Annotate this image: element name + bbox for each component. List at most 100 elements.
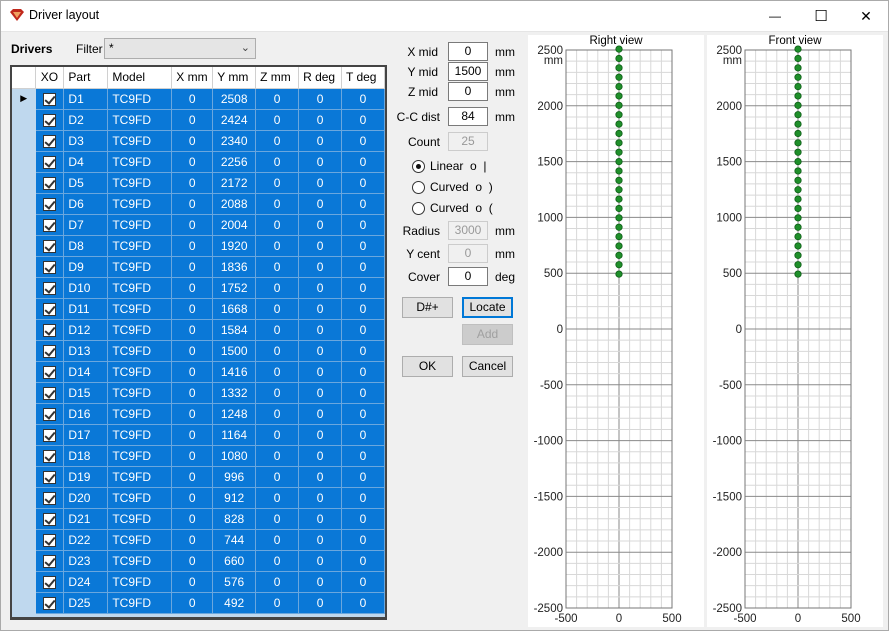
t-cell[interactable]: 0 bbox=[341, 445, 385, 467]
checkbox-checked-icon[interactable] bbox=[43, 575, 57, 589]
z-cell[interactable]: 0 bbox=[255, 571, 300, 593]
part-cell[interactable]: D2 bbox=[63, 109, 109, 131]
y-cell[interactable]: 828 bbox=[212, 508, 257, 530]
checkbox-checked-icon[interactable] bbox=[43, 449, 57, 463]
layout-curved-convex-radio[interactable]: Curved o ) bbox=[412, 180, 493, 194]
part-cell[interactable]: D21 bbox=[63, 508, 109, 530]
t-cell[interactable]: 0 bbox=[341, 88, 385, 110]
xo-checkbox-cell[interactable] bbox=[35, 172, 65, 194]
model-cell[interactable]: TC9FD bbox=[107, 256, 173, 278]
x-cell[interactable]: 0 bbox=[171, 109, 214, 131]
xo-checkbox-cell[interactable] bbox=[35, 130, 65, 152]
checkbox-checked-icon[interactable] bbox=[43, 428, 57, 442]
x-cell[interactable]: 0 bbox=[171, 403, 214, 425]
model-cell[interactable]: TC9FD bbox=[107, 340, 173, 362]
r-cell[interactable]: 0 bbox=[298, 235, 343, 257]
ok-button[interactable]: OK bbox=[402, 356, 453, 377]
z-cell[interactable]: 0 bbox=[255, 214, 300, 236]
row-header[interactable] bbox=[12, 340, 37, 362]
x-cell[interactable]: 0 bbox=[171, 256, 214, 278]
z-cell[interactable]: 0 bbox=[255, 340, 300, 362]
row-header[interactable] bbox=[12, 172, 37, 194]
locate-button[interactable]: Locate bbox=[462, 297, 513, 318]
z-cell[interactable]: 0 bbox=[255, 88, 300, 110]
checkbox-checked-icon[interactable] bbox=[43, 302, 57, 316]
y-cell[interactable]: 2508 bbox=[212, 88, 257, 110]
x-cell[interactable]: 0 bbox=[171, 130, 214, 152]
x-cell[interactable]: 0 bbox=[171, 151, 214, 173]
r-cell[interactable]: 0 bbox=[298, 130, 343, 152]
y-mid-input[interactable]: 1500 bbox=[448, 62, 488, 81]
z-cell[interactable]: 0 bbox=[255, 277, 300, 299]
xo-checkbox-cell[interactable] bbox=[35, 151, 65, 173]
t-cell[interactable]: 0 bbox=[341, 382, 385, 404]
checkbox-checked-icon[interactable] bbox=[43, 323, 57, 337]
model-cell[interactable]: TC9FD bbox=[107, 466, 173, 488]
z-cell[interactable]: 0 bbox=[255, 319, 300, 341]
t-cell[interactable]: 0 bbox=[341, 172, 385, 194]
table-row[interactable]: D13 TC9FD 0 1500 0 0 0 bbox=[12, 340, 385, 362]
r-cell[interactable]: 0 bbox=[298, 508, 343, 530]
row-header[interactable] bbox=[12, 445, 37, 467]
model-cell[interactable]: TC9FD bbox=[107, 298, 173, 320]
r-cell[interactable]: 0 bbox=[298, 466, 343, 488]
part-cell[interactable]: D10 bbox=[63, 277, 109, 299]
model-cell[interactable]: TC9FD bbox=[107, 382, 173, 404]
filter-dropdown[interactable]: * ⌄ bbox=[104, 38, 256, 59]
y-cell[interactable]: 1080 bbox=[212, 445, 257, 467]
part-cell[interactable]: D12 bbox=[63, 319, 109, 341]
table-row[interactable]: D24 TC9FD 0 576 0 0 0 bbox=[12, 571, 385, 593]
x-cell[interactable]: 0 bbox=[171, 592, 214, 614]
model-cell[interactable]: TC9FD bbox=[107, 592, 173, 614]
z-cell[interactable]: 0 bbox=[255, 550, 300, 572]
table-row[interactable]: D3 TC9FD 0 2340 0 0 0 bbox=[12, 130, 385, 152]
y-cell[interactable]: 2256 bbox=[212, 151, 257, 173]
x-cell[interactable]: 0 bbox=[171, 277, 214, 299]
column-header-z[interactable]: Z mm bbox=[255, 67, 300, 89]
z-cell[interactable]: 0 bbox=[255, 151, 300, 173]
checkbox-checked-icon[interactable] bbox=[43, 176, 57, 190]
t-cell[interactable]: 0 bbox=[341, 424, 385, 446]
row-header[interactable] bbox=[12, 592, 37, 614]
table-row[interactable]: D2 TC9FD 0 2424 0 0 0 bbox=[12, 109, 385, 131]
model-cell[interactable]: TC9FD bbox=[107, 508, 173, 530]
row-header[interactable] bbox=[12, 319, 37, 341]
x-cell[interactable]: 0 bbox=[171, 508, 214, 530]
table-row[interactable]: D6 TC9FD 0 2088 0 0 0 bbox=[12, 193, 385, 215]
r-cell[interactable]: 0 bbox=[298, 340, 343, 362]
t-cell[interactable]: 0 bbox=[341, 340, 385, 362]
checkbox-checked-icon[interactable] bbox=[43, 386, 57, 400]
z-cell[interactable]: 0 bbox=[255, 592, 300, 614]
x-cell[interactable]: 0 bbox=[171, 193, 214, 215]
y-cell[interactable]: 912 bbox=[212, 487, 257, 509]
table-row[interactable]: D4 TC9FD 0 2256 0 0 0 bbox=[12, 151, 385, 173]
row-header[interactable] bbox=[12, 529, 37, 551]
checkbox-checked-icon[interactable] bbox=[43, 533, 57, 547]
checkbox-checked-icon[interactable] bbox=[43, 134, 57, 148]
x-cell[interactable]: 0 bbox=[171, 340, 214, 362]
r-cell[interactable]: 0 bbox=[298, 298, 343, 320]
t-cell[interactable]: 0 bbox=[341, 487, 385, 509]
part-cell[interactable]: D20 bbox=[63, 487, 109, 509]
row-header[interactable] bbox=[12, 424, 37, 446]
checkbox-checked-icon[interactable] bbox=[43, 92, 57, 106]
checkbox-checked-icon[interactable] bbox=[43, 407, 57, 421]
checkbox-checked-icon[interactable] bbox=[43, 365, 57, 379]
table-row[interactable]: D15 TC9FD 0 1332 0 0 0 bbox=[12, 382, 385, 404]
xo-checkbox-cell[interactable] bbox=[35, 298, 65, 320]
t-cell[interactable]: 0 bbox=[341, 235, 385, 257]
x-cell[interactable]: 0 bbox=[171, 172, 214, 194]
xo-checkbox-cell[interactable] bbox=[35, 361, 65, 383]
part-cell[interactable]: D24 bbox=[63, 571, 109, 593]
xo-checkbox-cell[interactable] bbox=[35, 403, 65, 425]
z-cell[interactable]: 0 bbox=[255, 508, 300, 530]
model-cell[interactable]: TC9FD bbox=[107, 172, 173, 194]
z-cell[interactable]: 0 bbox=[255, 466, 300, 488]
xo-checkbox-cell[interactable] bbox=[35, 235, 65, 257]
checkbox-checked-icon[interactable] bbox=[43, 512, 57, 526]
r-cell[interactable]: 0 bbox=[298, 361, 343, 383]
table-row[interactable]: D10 TC9FD 0 1752 0 0 0 bbox=[12, 277, 385, 299]
part-cell[interactable]: D22 bbox=[63, 529, 109, 551]
x-cell[interactable]: 0 bbox=[171, 382, 214, 404]
column-header-x[interactable]: X mm bbox=[171, 67, 214, 89]
